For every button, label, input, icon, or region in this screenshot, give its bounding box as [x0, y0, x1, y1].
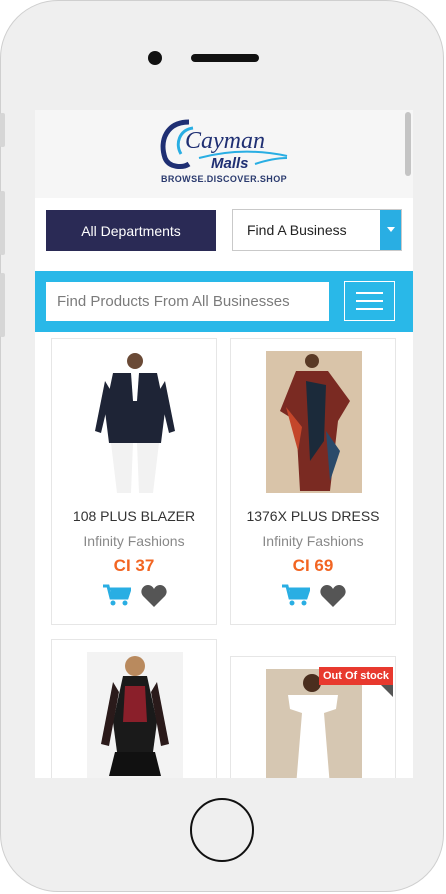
product-title[interactable]: 1376X PLUS DRESS — [231, 508, 395, 524]
logo-wordmark-bottom: Malls — [211, 155, 249, 172]
product-card[interactable]: Out Of stock — [230, 656, 396, 778]
product-image[interactable] — [87, 652, 183, 778]
product-title[interactable]: 108 PLUS BLAZER — [52, 508, 216, 524]
volume-up-button — [0, 191, 5, 255]
find-business-label: Find A Business — [247, 222, 347, 238]
site-logo[interactable]: Cayman Malls — [159, 118, 289, 176]
home-button[interactable] — [190, 798, 254, 862]
logo-wordmark-top: Cayman — [185, 128, 265, 154]
heart-icon[interactable] — [320, 585, 346, 607]
product-card[interactable]: 1376X PLUS DRESS Infinity Fashions CI 69 — [230, 338, 396, 625]
phone-frame: Cayman Malls BROWSE.DISCOVER.SHOP All De… — [0, 0, 444, 892]
out-of-stock-badge: Out Of stock — [318, 667, 393, 685]
heart-icon[interactable] — [141, 585, 167, 607]
cart-icon[interactable] — [103, 584, 131, 606]
product-image[interactable] — [87, 351, 183, 493]
search-bar — [35, 271, 413, 332]
product-price: CI 69 — [292, 556, 334, 575]
front-camera — [148, 51, 162, 65]
product-card[interactable]: 108 PLUS BLAZER Infinity Fashions CI 37 — [51, 338, 217, 625]
scrollbar-thumb[interactable] — [405, 112, 411, 176]
earpiece-speaker — [191, 54, 259, 62]
tagline: BROWSE.DISCOVER.SHOP — [160, 174, 287, 184]
mute-switch — [0, 113, 5, 147]
all-departments-button[interactable]: All Departments — [46, 210, 216, 251]
header: Cayman Malls BROWSE.DISCOVER.SHOP — [35, 110, 413, 198]
volume-down-button — [0, 273, 5, 337]
badge-corner-fold — [381, 685, 393, 697]
product-image[interactable] — [266, 669, 362, 778]
menu-button[interactable] — [344, 281, 395, 321]
dropdown-toggle[interactable] — [380, 210, 401, 250]
product-shop[interactable]: Infinity Fashions — [231, 533, 395, 549]
search-input[interactable] — [46, 282, 329, 321]
product-shop[interactable]: Infinity Fashions — [52, 533, 216, 549]
cart-icon[interactable] — [282, 584, 310, 606]
product-card[interactable] — [51, 639, 217, 778]
find-business-select[interactable]: Find A Business — [232, 209, 402, 251]
product-image[interactable] — [266, 351, 362, 493]
product-price: CI 37 — [113, 556, 155, 575]
screen: Cayman Malls BROWSE.DISCOVER.SHOP All De… — [35, 110, 413, 778]
chevron-down-icon — [387, 227, 395, 232]
